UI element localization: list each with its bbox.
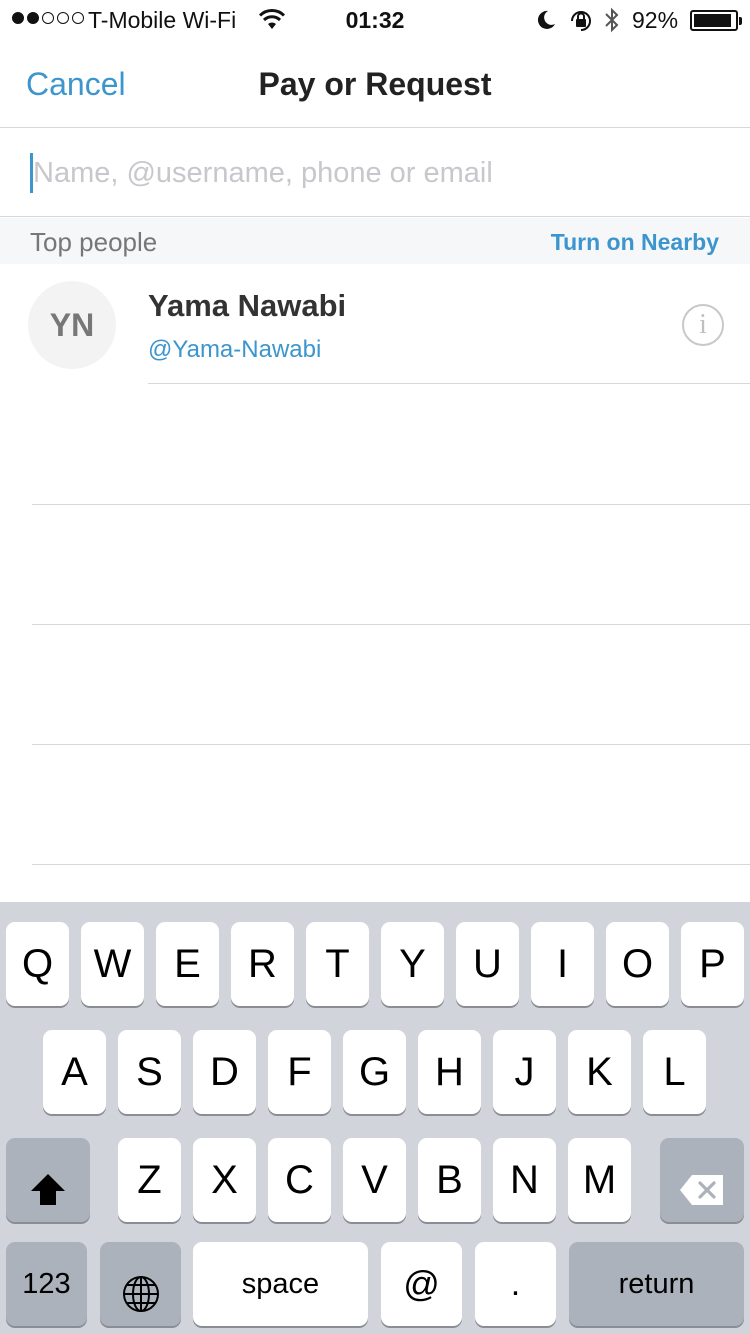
- key-a[interactable]: A: [43, 1030, 106, 1114]
- key-q[interactable]: Q: [6, 922, 69, 1006]
- keyboard: Q W E R T Y U I O P A S D F G H J K L Z …: [0, 902, 750, 1334]
- divider: [32, 504, 750, 505]
- bluetooth-icon: [605, 7, 619, 33]
- key-i[interactable]: I: [531, 922, 594, 1006]
- navigation-bar: Cancel Pay or Request: [0, 40, 750, 128]
- recipient-search-input[interactable]: [33, 151, 713, 195]
- turn-on-nearby-button[interactable]: Turn on Nearby: [551, 229, 719, 256]
- globe-icon: [122, 1275, 159, 1312]
- section-title: Top people: [30, 227, 158, 257]
- key-x[interactable]: X: [193, 1138, 256, 1222]
- return-key[interactable]: return: [569, 1242, 744, 1326]
- divider: [32, 744, 750, 745]
- battery-percent: 92%: [632, 7, 679, 33]
- key-d[interactable]: D: [193, 1030, 256, 1114]
- key-v[interactable]: V: [343, 1138, 406, 1222]
- key-g[interactable]: G: [343, 1030, 406, 1114]
- person-name: Yama Nawabi: [148, 288, 347, 323]
- key-n[interactable]: N: [493, 1138, 556, 1222]
- key-f[interactable]: F: [268, 1030, 331, 1114]
- key-j[interactable]: J: [493, 1030, 556, 1114]
- key-y[interactable]: Y: [381, 922, 444, 1006]
- key-u[interactable]: U: [456, 922, 519, 1006]
- key-t[interactable]: T: [306, 922, 369, 1006]
- rotation-lock-icon: [571, 11, 591, 31]
- person-username: @Yama-Nawabi: [148, 336, 322, 363]
- key-m[interactable]: M: [568, 1138, 631, 1222]
- globe-key[interactable]: [100, 1242, 181, 1326]
- key-h[interactable]: H: [418, 1030, 481, 1114]
- avatar: YN: [28, 281, 116, 369]
- battery-icon: [690, 10, 742, 31]
- shift-arrow-icon: [31, 1173, 65, 1205]
- numbers-key[interactable]: 123: [6, 1242, 87, 1326]
- divider: [32, 864, 750, 865]
- key-r[interactable]: R: [231, 922, 294, 1006]
- recipient-search-bar: [0, 129, 750, 217]
- key-c[interactable]: C: [268, 1138, 331, 1222]
- shift-key[interactable]: [6, 1138, 90, 1222]
- key-w[interactable]: W: [81, 922, 144, 1006]
- status-bar: T-Mobile Wi-Fi 01:32 92%: [0, 0, 750, 40]
- space-key[interactable]: space: [193, 1242, 368, 1326]
- key-z[interactable]: Z: [118, 1138, 181, 1222]
- backspace-icon: [680, 1174, 723, 1205]
- period-key[interactable]: .: [475, 1242, 556, 1326]
- delete-key[interactable]: [660, 1138, 744, 1222]
- key-l[interactable]: L: [643, 1030, 706, 1114]
- key-s[interactable]: S: [118, 1030, 181, 1114]
- key-p[interactable]: P: [681, 922, 744, 1006]
- top-people-header: Top people Turn on Nearby: [0, 218, 750, 264]
- info-icon[interactable]: i: [682, 304, 724, 346]
- moon-icon: [537, 10, 555, 29]
- at-key[interactable]: @: [381, 1242, 462, 1326]
- key-k[interactable]: K: [568, 1030, 631, 1114]
- divider: [32, 624, 750, 625]
- page-title: Pay or Request: [258, 66, 492, 102]
- key-b[interactable]: B: [418, 1138, 481, 1222]
- divider: [148, 383, 750, 384]
- key-o[interactable]: O: [606, 922, 669, 1006]
- key-e[interactable]: E: [156, 922, 219, 1006]
- list-item[interactable]: YN Yama Nawabi @Yama-Nawabi i: [0, 264, 750, 384]
